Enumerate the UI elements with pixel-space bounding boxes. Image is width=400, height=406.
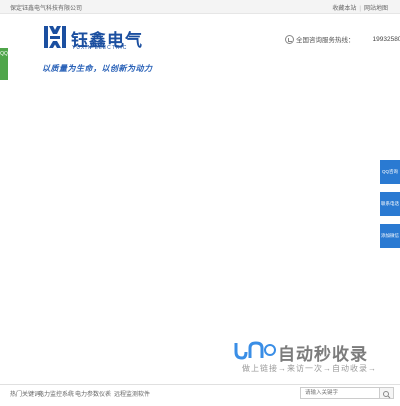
keyword-link[interactable]: 电力监控系统 — [38, 389, 74, 398]
keyword-divider — [109, 390, 110, 396]
float-qq-button[interactable]: QQ咨询 — [380, 160, 400, 184]
site-logo[interactable]: 钰鑫电气 YUXIN ELECTRIC — [43, 24, 131, 62]
company-name: 保定钰鑫电气科技有限公司 — [10, 3, 82, 12]
hotline-number: 19932580682 — [373, 36, 400, 43]
watermark-title: 自动秒收录 — [278, 340, 368, 365]
keyword-link[interactable]: 远程监测软件 — [114, 389, 150, 398]
floating-contact-panel: QQ咨询 联系电话 添加微信 — [380, 160, 400, 256]
hotline: 全国咨询服务热线： 19932580682 — [285, 34, 400, 44]
watermark-subtitle: 做上链接→来访一次→自动收录→ — [242, 363, 377, 374]
search-input[interactable] — [300, 387, 380, 399]
side-qq-tab[interactable]: QQ — [0, 48, 8, 80]
top-links: 收藏本站|网站地图 — [332, 3, 388, 12]
top-bar: 保定钰鑫电气科技有限公司 收藏本站|网站地图 — [0, 0, 400, 14]
float-wechat-button[interactable]: 添加微信 — [380, 224, 400, 248]
banner-area — [0, 82, 400, 372]
keyword-link[interactable]: 电力参数仪表 — [75, 389, 111, 398]
logo-mark-icon — [43, 24, 67, 50]
logo-english-name: YUXIN ELECTRIC — [72, 45, 127, 51]
phone-icon — [285, 35, 294, 44]
search-icon — [380, 389, 394, 401]
bookmark-link[interactable]: 收藏本站 — [332, 6, 356, 12]
watermark: 自动秒收录 做上链接→来访一次→自动收录→ — [232, 338, 382, 378]
sitemap-link[interactable]: 网站地图 — [364, 6, 388, 12]
search-button[interactable] — [380, 387, 394, 399]
keyword-divider — [70, 390, 71, 396]
link-divider: | — [359, 6, 361, 12]
float-phone-button[interactable]: 联系电话 — [380, 192, 400, 216]
hot-keywords-bar: 热门关键词： 电力监控系统 电力参数仪表 远程监测软件 — [0, 384, 400, 400]
hotline-label: 全国咨询服务热线： — [296, 37, 355, 44]
watermark-logo-icon — [232, 340, 278, 360]
company-slogan: 以质量为生命，以创新为动力 — [42, 63, 153, 74]
